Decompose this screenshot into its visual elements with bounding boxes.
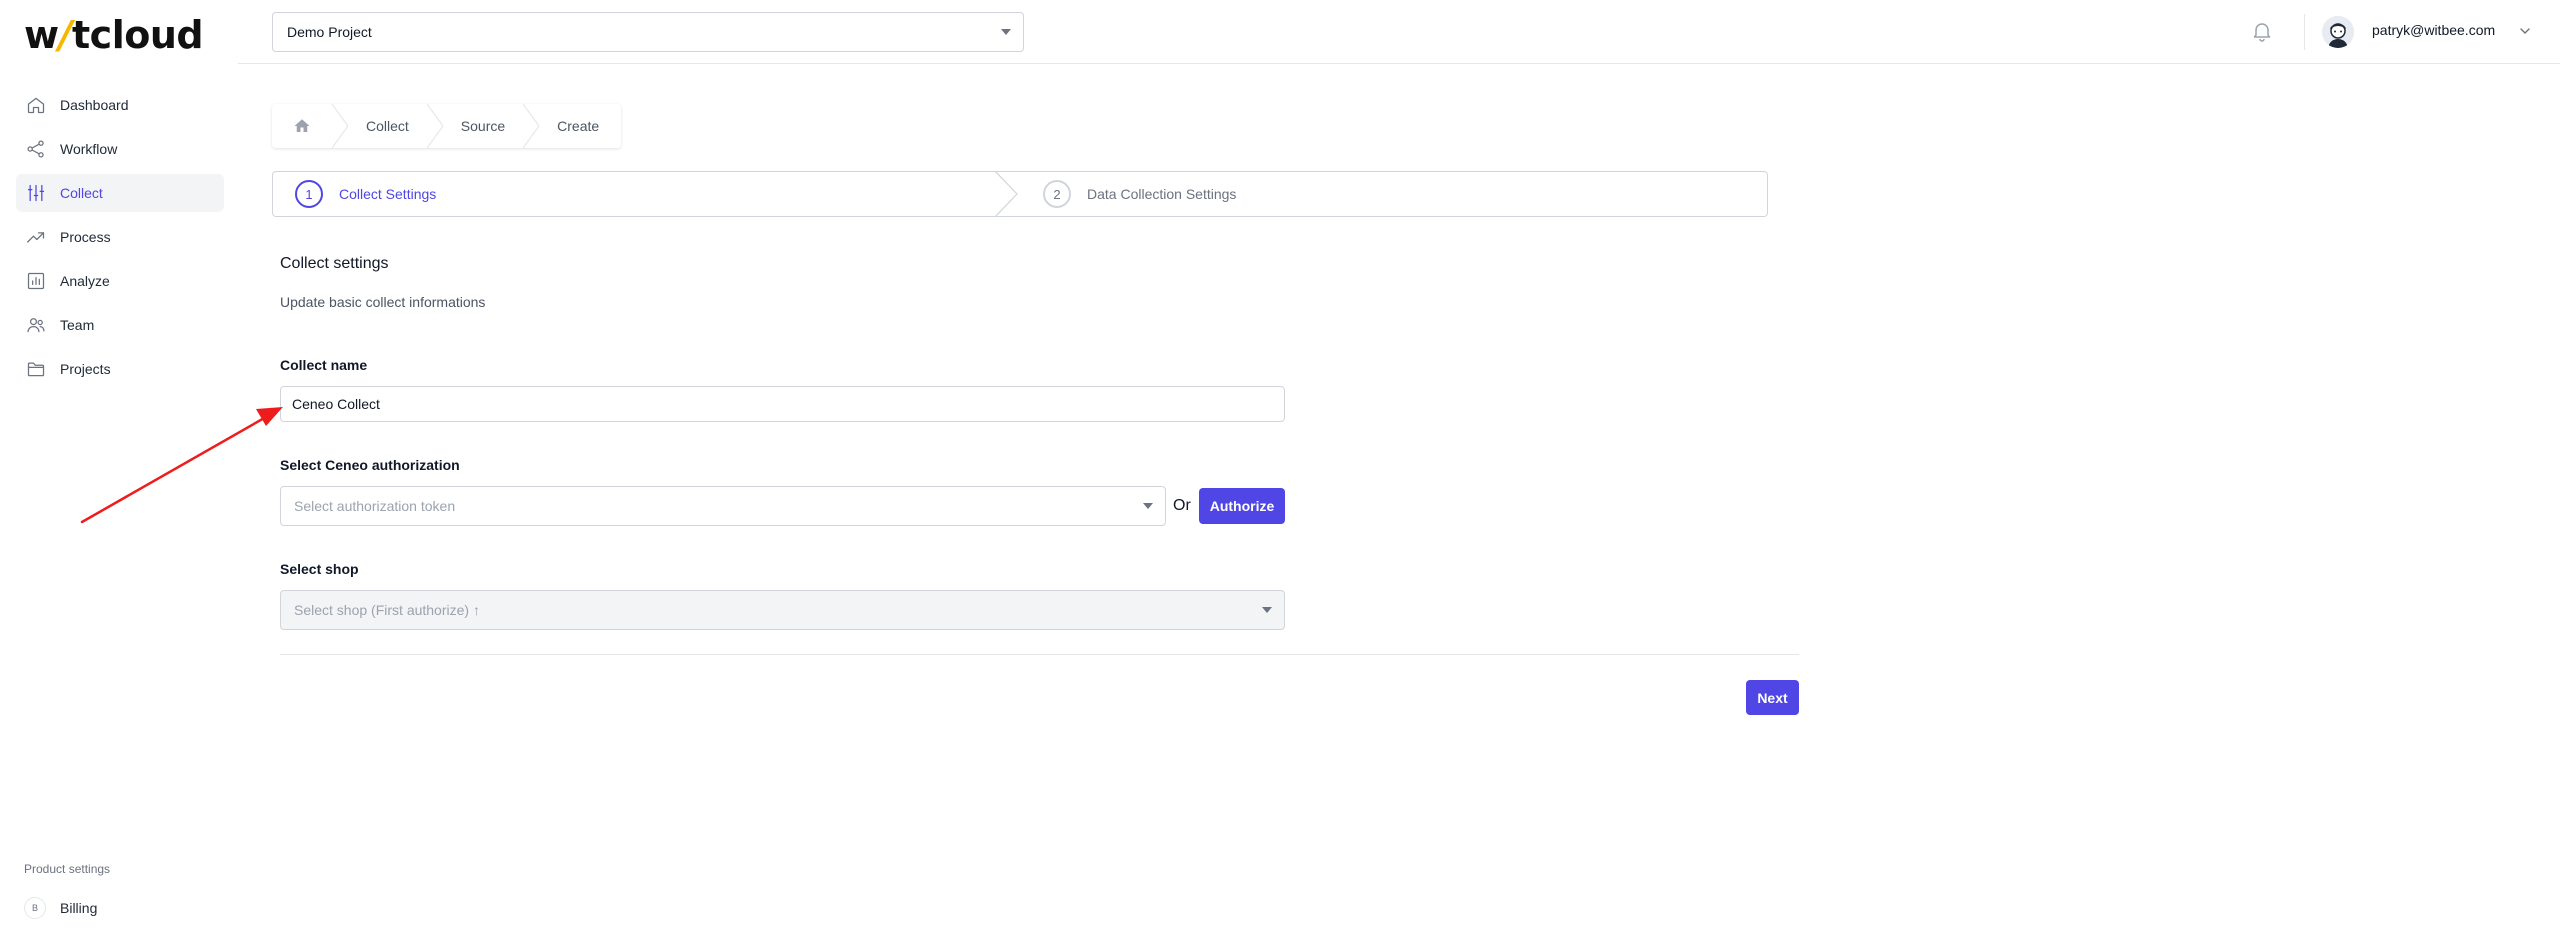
logo-text-right: tcloud	[72, 13, 204, 57]
collect-name-input[interactable]	[280, 386, 1285, 422]
shop-select-label: Select shop	[280, 561, 359, 577]
sidebar-item-billing[interactable]: B Billing	[24, 897, 97, 919]
caret-down-icon	[1143, 503, 1153, 509]
form-divider	[280, 654, 1799, 655]
authorization-token-select[interactable]: Select authorization token	[280, 486, 1166, 526]
sidebar-item-team[interactable]: Team	[16, 306, 224, 344]
caret-down-icon	[1001, 29, 1011, 35]
step-number: 2	[1043, 180, 1071, 208]
sidebar-item-label: Analyze	[60, 273, 110, 289]
billing-icon: B	[24, 897, 46, 919]
top-header: Demo Project patryk@witbee.com	[238, 0, 2560, 64]
step-separator	[995, 171, 1018, 217]
stepper: 1 Collect Settings 2 Data Collection Set…	[272, 171, 1768, 217]
share-icon	[27, 140, 44, 158]
sidebar-item-label: Workflow	[60, 141, 118, 157]
sidebar-item-label: Collect	[60, 185, 103, 201]
breadcrumb-home[interactable]	[272, 104, 332, 148]
sidebar-item-process[interactable]: Process	[16, 218, 224, 256]
next-button[interactable]: Next	[1746, 680, 1799, 715]
sidebar-item-analyze[interactable]: Analyze	[16, 262, 224, 300]
sidebar-item-label: Process	[60, 229, 111, 245]
chart-icon	[27, 272, 45, 290]
product-settings-heading: Product settings	[24, 862, 111, 876]
breadcrumb-separator	[332, 104, 348, 148]
chevron-down-icon[interactable]	[2518, 24, 2532, 38]
step-collect-settings[interactable]: 1 Collect Settings	[295, 172, 436, 216]
header-divider	[2304, 14, 2305, 50]
sidebar-item-workflow[interactable]: Workflow	[16, 130, 224, 168]
user-email[interactable]: patryk@witbee.com	[2372, 22, 2495, 38]
shop-select[interactable]: Select shop (First authorize) ↑	[280, 590, 1285, 630]
breadcrumb-label: Collect	[366, 118, 409, 134]
folder-icon	[27, 362, 45, 377]
home-icon	[27, 97, 45, 114]
sliders-icon	[27, 184, 45, 202]
section-title: Collect settings	[280, 255, 389, 272]
trending-icon	[27, 232, 45, 243]
logo-slash: /	[58, 13, 73, 57]
authorize-button[interactable]: Authorize	[1199, 488, 1285, 524]
step-number: 1	[295, 180, 323, 208]
or-text: Or	[1173, 497, 1191, 514]
breadcrumb-label: Source	[460, 118, 506, 134]
witcloud-logo[interactable]: w / tcloud	[24, 13, 204, 57]
caret-down-icon	[1262, 607, 1272, 613]
sidebar: w / tcloud Dashboard Workflow Collect Proc…	[0, 0, 238, 945]
breadcrumb-separator	[523, 104, 540, 148]
project-select-value: Demo Project	[287, 24, 372, 40]
sidebar-item-label: Dashboard	[60, 97, 129, 113]
collect-name-label: Collect name	[280, 357, 368, 373]
sidebar-item-dashboard[interactable]: Dashboard	[16, 86, 224, 124]
breadcrumb-item-source[interactable]: Source	[443, 104, 523, 148]
users-icon	[27, 318, 45, 333]
logo-text-left: w	[24, 13, 59, 57]
breadcrumb: Collect Source Create	[272, 104, 622, 148]
authorization-select-placeholder: Select authorization token	[294, 498, 456, 514]
sidebar-item-label: Projects	[60, 361, 111, 377]
section-subtitle: Update basic collect informations	[280, 294, 486, 310]
auth-select-label: Select Ceneo authorization	[280, 457, 460, 473]
sidebar-item-label: Team	[60, 317, 95, 333]
sidebar-item-label: Billing	[60, 900, 98, 916]
breadcrumb-item-collect[interactable]: Collect	[348, 104, 427, 148]
breadcrumb-separator	[426, 104, 443, 148]
shop-select-placeholder: Select shop (First authorize) ↑	[294, 602, 480, 618]
sidebar-item-projects[interactable]: Projects	[16, 350, 224, 388]
bell-icon[interactable]	[2250, 19, 2274, 43]
step-label: Data Collection Settings	[1087, 186, 1237, 202]
breadcrumb-item-create: Create	[539, 104, 621, 148]
sidebar-nav: Dashboard Workflow Collect Process Analy…	[16, 86, 224, 394]
home-icon	[294, 119, 310, 132]
breadcrumb-label: Create	[557, 118, 600, 134]
project-select[interactable]: Demo Project	[272, 12, 1024, 52]
step-label: Collect Settings	[339, 186, 437, 202]
step-data-collection-settings[interactable]: 2 Data Collection Settings	[1043, 172, 1236, 216]
sidebar-item-collect[interactable]: Collect	[16, 174, 224, 212]
avatar[interactable]	[2322, 16, 2354, 48]
